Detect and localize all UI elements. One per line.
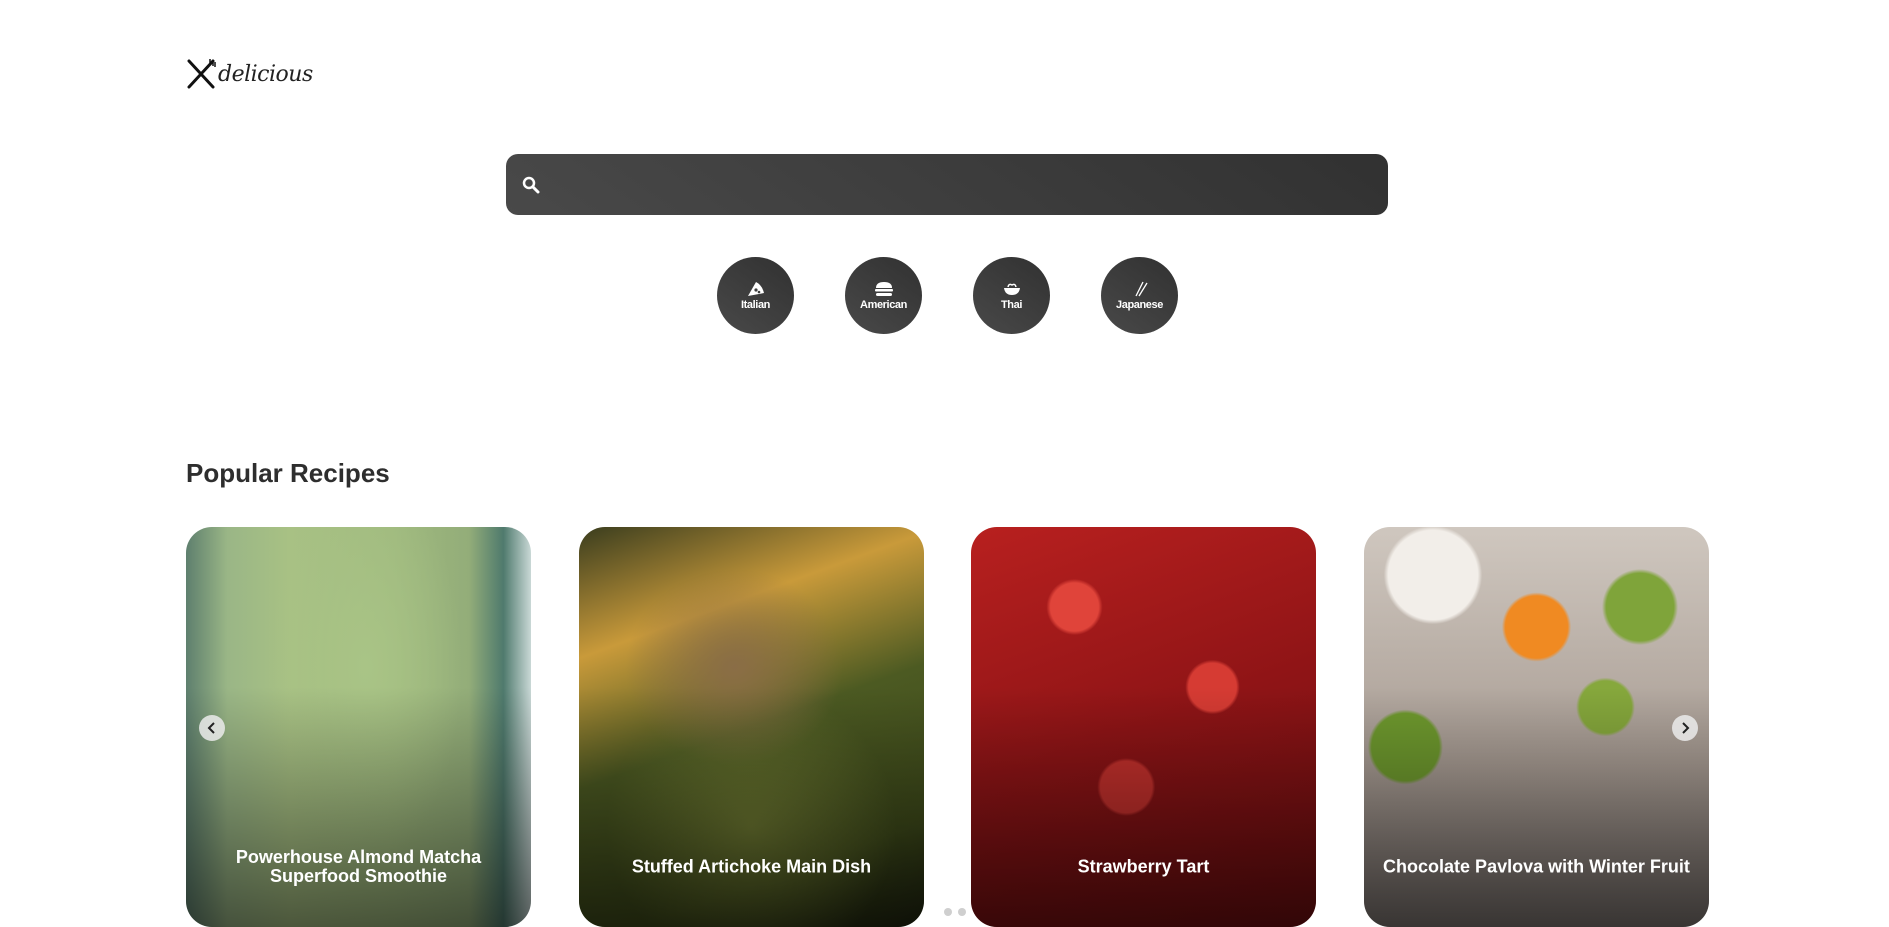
category-italian[interactable]: Italian	[717, 257, 794, 334]
brand-logo[interactable]: delicious	[186, 58, 313, 90]
carousel-pagination	[944, 908, 966, 916]
popular-recipes-heading: Popular Recipes	[186, 458, 390, 488]
recipe-title: Stuffed Artichoke Main Dish	[631, 856, 872, 877]
pagination-dot[interactable]	[944, 908, 952, 916]
fork-knife-icon	[187, 59, 216, 89]
recipe-title: Chocolate Pavlova with Winter Fruit	[1383, 856, 1690, 877]
recipe-card[interactable]: Stuffed Artichoke Main Dish	[579, 527, 924, 927]
recipe-card[interactable]: Powerhouse Almond Matcha Superfood Smoot…	[186, 527, 531, 927]
chopsticks-icon	[1134, 281, 1148, 296]
recipe-title: Strawberry Tart	[1077, 856, 1210, 877]
chevron-right-icon	[1682, 722, 1690, 734]
brand-name: delicious	[218, 61, 313, 87]
category-list: Italian American Thai Japanese	[0, 257, 1889, 334]
category-japanese[interactable]: Japanese	[1101, 257, 1178, 334]
search-bar	[506, 153, 1388, 216]
category-thai[interactable]: Thai	[973, 257, 1050, 334]
category-label: Japanese	[1116, 298, 1163, 311]
carousel-next-button[interactable]	[1672, 715, 1698, 741]
recipe-title: Powerhouse Almond Matcha Superfood Smoot…	[235, 847, 482, 886]
category-american[interactable]: American	[845, 257, 922, 334]
search-icon	[522, 176, 540, 193]
category-label: Italian	[741, 298, 770, 311]
carousel-prev-button[interactable]	[199, 715, 225, 741]
search-input[interactable]	[552, 153, 1388, 216]
recipe-card[interactable]: Chocolate Pavlova with Winter Fruit	[1364, 527, 1709, 927]
category-label: Thai	[1000, 298, 1022, 311]
burger-icon	[874, 281, 893, 296]
pagination-dot[interactable]	[958, 908, 966, 916]
chevron-left-icon	[207, 722, 215, 734]
recipe-card[interactable]: Strawberry Tart	[971, 527, 1316, 927]
noodle-bowl-icon	[1003, 283, 1020, 295]
pizza-icon	[747, 281, 764, 296]
category-label: American	[860, 298, 907, 311]
